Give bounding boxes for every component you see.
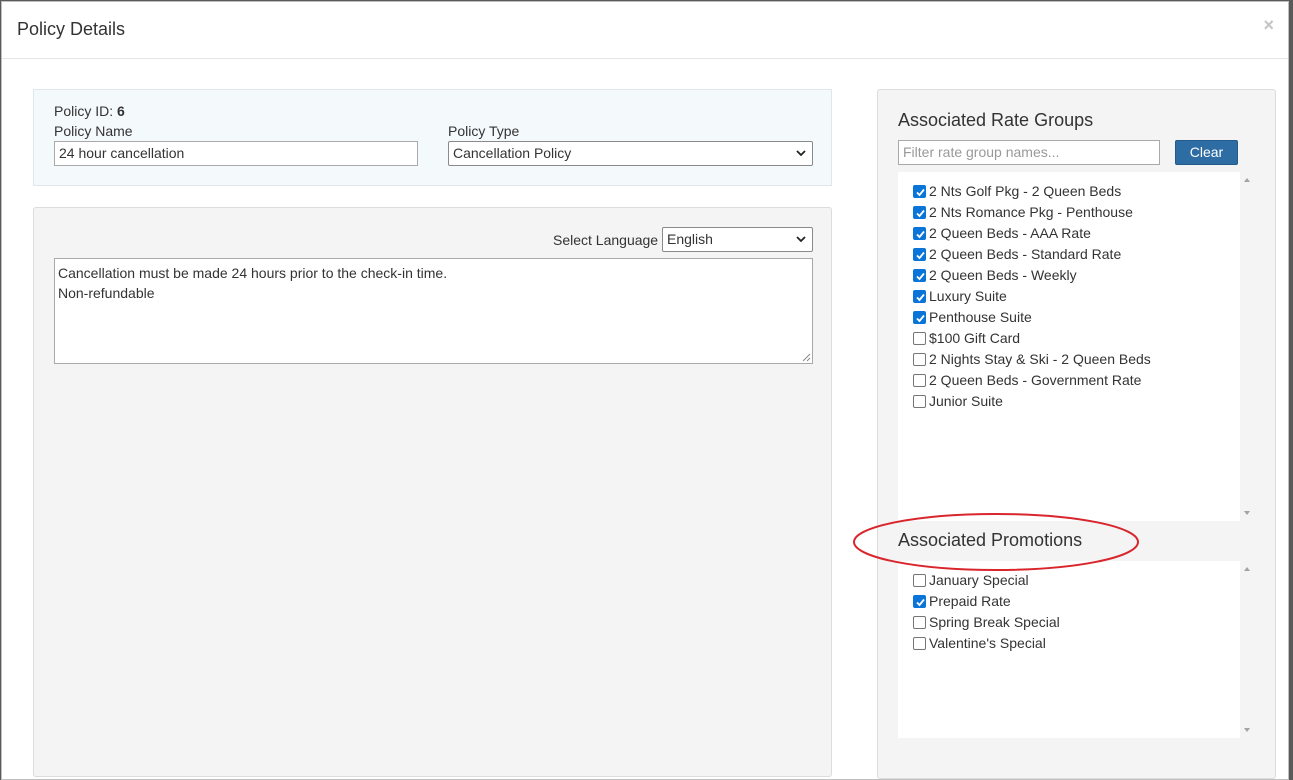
policy-name-input[interactable]: 24 hour cancellation <box>54 141 418 166</box>
language-value: English <box>667 231 713 247</box>
policy-id: Policy ID: 6 <box>54 103 125 119</box>
list-item[interactable]: Penthouse Suite <box>898 307 1240 328</box>
list-item-label: Junior Suite <box>929 393 1003 409</box>
list-item-label: Luxury Suite <box>929 288 1007 304</box>
list-item[interactable]: 2 Queen Beds - AAA Rate <box>898 223 1240 244</box>
list-item-label: 2 Queen Beds - Weekly <box>929 267 1077 283</box>
policy-type-select[interactable]: Cancellation Policy <box>448 141 813 166</box>
list-item[interactable]: Prepaid Rate <box>898 591 1240 612</box>
checkmark-icon <box>916 251 925 260</box>
policy-info-panel: Policy ID: 6 Policy Name 24 hour cancell… <box>33 89 832 186</box>
language-select[interactable]: English <box>662 227 813 252</box>
policy-name-label: Policy Name <box>54 123 133 139</box>
checkmark-icon <box>916 598 925 607</box>
rate-groups-list: 2 Nts Golf Pkg - 2 Queen Beds 2 Nts Roman… <box>898 172 1256 521</box>
checkbox-unchecked[interactable] <box>913 394 926 408</box>
scroll-down-icon[interactable] <box>1244 511 1250 515</box>
chevron-down-icon <box>796 150 806 157</box>
policy-id-label: Policy ID: <box>54 103 114 119</box>
checkbox-checked[interactable] <box>913 226 926 240</box>
policy-type-label: Policy Type <box>448 123 520 139</box>
checkmark-icon <box>916 230 925 239</box>
checkbox-checked[interactable] <box>913 594 926 608</box>
list-item-label: 2 Queen Beds - Government Rate <box>929 372 1142 388</box>
checkbox-unchecked[interactable] <box>913 352 926 366</box>
list-item-label: 2 Nights Stay & Ski - 2 Queen Beds <box>929 351 1151 367</box>
list-item[interactable]: 2 Queen Beds - Government Rate <box>898 370 1240 391</box>
policy-text-area[interactable]: Cancellation must be made 24 hours prior… <box>54 258 813 364</box>
checkmark-icon <box>916 314 925 323</box>
list-item-label: January Special <box>929 572 1029 588</box>
list-item[interactable]: Luxury Suite <box>898 286 1240 307</box>
list-item-label: 2 Queen Beds - Standard Rate <box>929 246 1122 262</box>
policy-text-line: Non-refundable <box>58 285 155 301</box>
policy-details-modal: Policy Details × Policy ID: 6 Policy Nam… <box>1 1 1289 780</box>
list-item-label: $100 Gift Card <box>929 330 1021 346</box>
chevron-down-icon <box>796 236 806 243</box>
checkbox-checked[interactable] <box>913 268 926 282</box>
list-item-label: Prepaid Rate <box>929 593 1011 609</box>
list-item-label: 2 Nts Golf Pkg - 2 Queen Beds <box>929 183 1122 199</box>
checkmark-icon <box>916 272 925 281</box>
checkmark-icon <box>916 293 925 302</box>
list-item[interactable]: 2 Nts Golf Pkg - 2 Queen Beds <box>898 181 1240 202</box>
policy-type-value: Cancellation Policy <box>453 145 572 161</box>
scroll-up-icon[interactable] <box>1244 567 1250 571</box>
associations-panel: Associated Rate Groups Filter rate group… <box>877 89 1276 779</box>
list-item[interactable]: 2 Queen Beds - Weekly <box>898 265 1240 286</box>
rate-groups-title: Associated Rate Groups <box>898 110 1094 130</box>
list-item[interactable]: January Special <box>898 570 1240 591</box>
list-item-label: 2 Queen Beds - AAA Rate <box>929 225 1091 241</box>
rate-groups-scrollbar[interactable] <box>1240 172 1256 521</box>
resize-grip-icon[interactable] <box>802 353 811 362</box>
list-item[interactable]: $100 Gift Card <box>898 328 1240 349</box>
scroll-down-icon[interactable] <box>1244 728 1250 732</box>
checkbox-checked[interactable] <box>913 247 926 261</box>
checkmark-icon <box>916 209 925 218</box>
promotions-scrollbar[interactable] <box>1240 561 1256 738</box>
checkbox-checked[interactable] <box>913 205 926 219</box>
checkbox-unchecked[interactable] <box>913 373 926 387</box>
clear-button[interactable]: Clear <box>1175 140 1238 165</box>
rate-groups-list-items: 2 Nts Golf Pkg - 2 Queen Beds 2 Nts Roman… <box>898 172 1240 412</box>
list-item[interactable]: 2 Nights Stay & Ski - 2 Queen Beds <box>898 349 1240 370</box>
scroll-up-icon[interactable] <box>1244 178 1250 182</box>
close-button[interactable]: × <box>1263 16 1274 34</box>
list-item[interactable]: Valentine's Special <box>898 633 1240 654</box>
policy-id-value: 6 <box>117 103 125 119</box>
modal-title: Policy Details <box>17 19 126 39</box>
promotions-list-items: January Special Prepaid Rate Spring Break … <box>898 561 1240 654</box>
checkbox-unchecked[interactable] <box>913 615 926 629</box>
checkbox-checked[interactable] <box>913 184 926 198</box>
checkbox-unchecked[interactable] <box>913 573 926 587</box>
list-item-label: Spring Break Special <box>929 614 1060 630</box>
list-item[interactable]: 2 Queen Beds - Standard Rate <box>898 244 1240 265</box>
list-item-label: 2 Nts Romance Pkg - Penthouse <box>929 204 1133 220</box>
list-item[interactable]: Junior Suite <box>898 391 1240 412</box>
policy-text-line: Cancellation must be made 24 hours prior… <box>58 265 448 281</box>
checkbox-checked[interactable] <box>913 310 926 324</box>
list-item-label: Penthouse Suite <box>929 309 1032 325</box>
list-item[interactable]: Spring Break Special <box>898 612 1240 633</box>
modal-header: Policy Details × <box>2 2 1288 59</box>
rate-group-filter-input[interactable]: Filter rate group names... <box>898 140 1160 165</box>
select-language-label: Select Language <box>553 232 659 248</box>
policy-text-panel: Select Language English Cancellation mus… <box>33 207 832 777</box>
list-item[interactable]: 2 Nts Romance Pkg - Penthouse <box>898 202 1240 223</box>
checkbox-checked[interactable] <box>913 289 926 303</box>
checkbox-unchecked[interactable] <box>913 331 926 345</box>
promotions-list: January Special Prepaid Rate Spring Break … <box>898 561 1256 738</box>
checkbox-unchecked[interactable] <box>913 636 926 650</box>
checkmark-icon <box>916 188 925 197</box>
list-item-label: Valentine's Special <box>929 635 1046 651</box>
promotions-title: Associated Promotions <box>898 530 1083 550</box>
